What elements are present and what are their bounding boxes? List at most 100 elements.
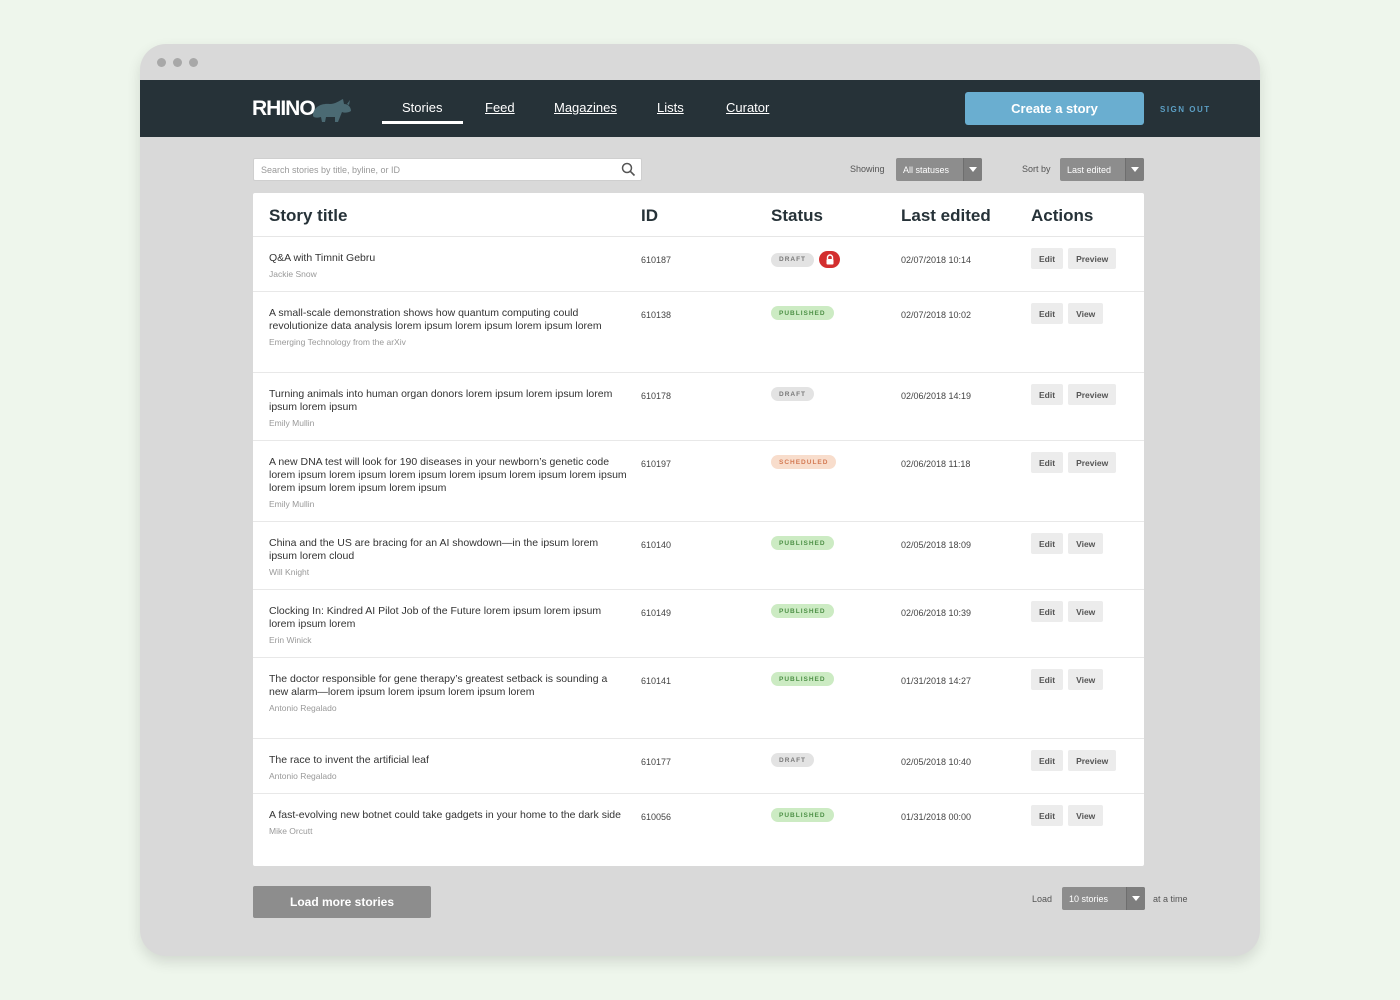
preview-button[interactable]: Preview — [1068, 750, 1117, 771]
story-title-text: The doctor responsible for gene therapy’… — [269, 673, 608, 698]
column-header-last-edited[interactable]: Last edited — [901, 206, 991, 226]
view-button[interactable]: View — [1068, 805, 1104, 826]
table-header: Story title ID Status Last edited Action… — [253, 193, 1144, 237]
table-row[interactable]: Turning animals into human organ donors … — [253, 373, 1144, 441]
column-header-title[interactable]: Story title — [269, 206, 347, 226]
window-control-dot[interactable] — [189, 58, 198, 67]
preview-button[interactable]: Preview — [1068, 384, 1117, 405]
story-id: 610141 — [641, 676, 672, 686]
search-input[interactable] — [254, 159, 604, 180]
edit-button[interactable]: Edit — [1031, 303, 1064, 324]
status-filter-dropdown[interactable]: All statuses — [896, 158, 982, 181]
sign-out-link[interactable]: SIGN OUT — [1160, 105, 1211, 114]
story-last-edited: 02/07/2018 10:14 — [901, 255, 972, 265]
story-title[interactable]: Q&A with Timnit Gebru Jackie Snow — [269, 252, 629, 281]
story-title[interactable]: Turning animals into human organ donors … — [269, 388, 629, 430]
table-row[interactable]: A fast-evolving new botnet could take ga… — [253, 794, 1144, 866]
status-badge: PUBLISHED — [771, 536, 834, 550]
preview-button[interactable]: Preview — [1068, 248, 1117, 269]
table-row[interactable]: A new DNA test will look for 190 disease… — [253, 441, 1144, 522]
logo-text: RHINO — [252, 97, 316, 120]
window-control-dot[interactable] — [157, 58, 166, 67]
story-last-edited: 02/05/2018 18:09 — [901, 540, 972, 550]
story-status: SCHEDULED — [771, 455, 837, 469]
view-button[interactable]: View — [1068, 669, 1104, 690]
story-status: PUBLISHED — [771, 672, 834, 686]
story-byline: Will Knight — [269, 567, 310, 577]
edit-button[interactable]: Edit — [1031, 533, 1064, 554]
table-row[interactable]: Q&A with Timnit Gebru Jackie Snow 610187 … — [253, 237, 1144, 292]
edit-button[interactable]: Edit — [1031, 750, 1064, 771]
sort-dropdown[interactable]: Last edited — [1060, 158, 1144, 181]
page-size-dropdown[interactable]: 10 stories — [1062, 887, 1145, 910]
edit-button[interactable]: Edit — [1031, 248, 1064, 269]
story-status: DRAFT — [771, 251, 841, 268]
story-id: 610178 — [641, 391, 672, 401]
nav-lists[interactable]: Lists — [657, 100, 684, 115]
view-button[interactable]: View — [1068, 601, 1104, 622]
row-actions: Edit View — [1031, 601, 1104, 622]
chevron-down-icon — [1126, 887, 1145, 910]
status-badge: PUBLISHED — [771, 604, 834, 618]
story-byline: Emerging Technology from the arXiv — [269, 337, 406, 347]
story-byline: Antonio Regalado — [269, 703, 337, 713]
nav-magazines[interactable]: Magazines — [554, 100, 617, 115]
stories-table: Story title ID Status Last edited Action… — [253, 193, 1144, 866]
story-last-edited: 02/07/2018 10:02 — [901, 310, 972, 320]
edit-button[interactable]: Edit — [1031, 805, 1064, 826]
story-title[interactable]: China and the US are bracing for an AI s… — [269, 537, 629, 579]
nav-feed[interactable]: Feed — [485, 100, 515, 115]
story-title-text: China and the US are bracing for an AI s… — [269, 537, 599, 562]
logo[interactable]: RHINO — [252, 94, 353, 124]
row-actions: Edit Preview — [1031, 750, 1117, 771]
story-status: PUBLISHED — [771, 306, 834, 320]
row-actions: Edit Preview — [1031, 248, 1117, 269]
edit-button[interactable]: Edit — [1031, 601, 1064, 622]
table-row[interactable]: The doctor responsible for gene therapy’… — [253, 658, 1144, 739]
story-title[interactable]: The doctor responsible for gene therapy’… — [269, 673, 629, 715]
table-row[interactable]: China and the US are bracing for an AI s… — [253, 522, 1144, 590]
chevron-down-icon — [963, 158, 982, 181]
preview-button[interactable]: Preview — [1068, 452, 1117, 473]
search-icon[interactable] — [621, 162, 636, 177]
story-status: DRAFT — [771, 387, 815, 401]
table-row[interactable]: Clocking In: Kindred AI Pilot Job of the… — [253, 590, 1144, 658]
story-title[interactable]: A fast-evolving new botnet could take ga… — [269, 809, 629, 838]
top-navbar: RHINO Stories Feed Magazines Lists Curat… — [140, 80, 1260, 137]
load-more-button[interactable]: Load more stories — [253, 886, 431, 918]
nav-curator[interactable]: Curator — [726, 100, 769, 115]
edit-button[interactable]: Edit — [1031, 384, 1064, 405]
story-title[interactable]: The race to invent the artificial leaf An… — [269, 754, 629, 783]
story-title[interactable]: A new DNA test will look for 190 disease… — [269, 456, 629, 511]
lock-icon — [819, 251, 841, 268]
search-box — [253, 158, 642, 181]
story-status: PUBLISHED — [771, 536, 834, 550]
edit-button[interactable]: Edit — [1031, 452, 1064, 473]
story-id: 610056 — [641, 812, 672, 822]
view-button[interactable]: View — [1068, 533, 1104, 554]
story-byline: Jackie Snow — [269, 269, 317, 279]
story-title[interactable]: A small-scale demonstration shows how qu… — [269, 307, 629, 349]
story-last-edited: 02/06/2018 10:39 — [901, 608, 972, 618]
window-control-dot[interactable] — [173, 58, 182, 67]
table-row[interactable]: A small-scale demonstration shows how qu… — [253, 292, 1144, 373]
nav-active-indicator — [382, 121, 463, 124]
column-header-status[interactable]: Status — [771, 206, 823, 226]
view-button[interactable]: View — [1068, 303, 1104, 324]
column-header-id[interactable]: ID — [641, 206, 658, 226]
nav-stories[interactable]: Stories — [402, 100, 442, 115]
table-row[interactable]: The race to invent the artificial leaf An… — [253, 739, 1144, 794]
window-titlebar — [140, 44, 1260, 80]
rhino-icon — [312, 99, 351, 122]
column-header-actions: Actions — [1031, 206, 1094, 225]
story-title-text: A small-scale demonstration shows how qu… — [269, 307, 602, 332]
create-story-button[interactable]: Create a story — [965, 92, 1144, 125]
story-last-edited: 02/06/2018 14:19 — [901, 391, 972, 401]
story-id: 610140 — [641, 540, 672, 550]
edit-button[interactable]: Edit — [1031, 669, 1064, 690]
story-id: 610197 — [641, 459, 672, 469]
page-size-value: 10 stories — [1069, 893, 1109, 904]
showing-label: Showing — [850, 164, 885, 174]
story-title[interactable]: Clocking In: Kindred AI Pilot Job of the… — [269, 605, 629, 647]
browser-window: RHINO Stories Feed Magazines Lists Curat… — [140, 44, 1260, 956]
